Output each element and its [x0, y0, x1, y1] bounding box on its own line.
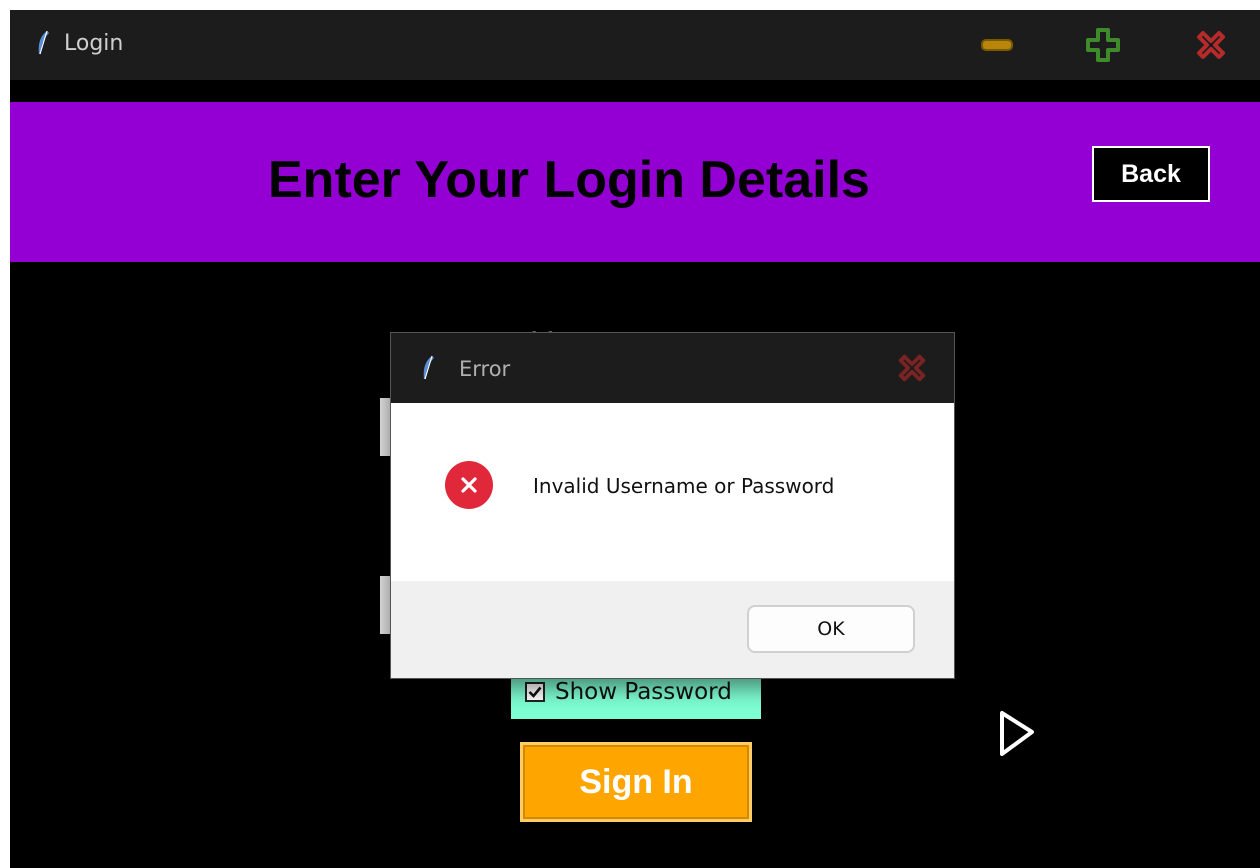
- mouse-cursor-icon: [1000, 711, 1034, 756]
- close-icon: [1197, 31, 1225, 59]
- dialog-body: Invalid Username or Password: [391, 403, 954, 581]
- title-bar[interactable]: Login: [10, 10, 1260, 80]
- ok-button[interactable]: OK: [747, 605, 915, 653]
- minimize-icon: [981, 39, 1013, 51]
- dialog-footer: OK: [391, 581, 954, 678]
- close-icon: [898, 354, 926, 382]
- close-button[interactable]: [1190, 24, 1232, 66]
- dialog-title-bar[interactable]: Error: [391, 333, 954, 403]
- login-window: Login Enter Your Login Details Back User…: [10, 10, 1260, 868]
- dialog-close-button[interactable]: [891, 347, 933, 389]
- page-title: Enter Your Login Details: [268, 151, 870, 209]
- error-icon: [445, 461, 493, 509]
- feather-icon: [423, 355, 434, 380]
- checkbox-box[interactable]: [525, 682, 545, 702]
- feather-icon: [38, 30, 49, 55]
- window-title: Login: [64, 31, 124, 56]
- error-message: Invalid Username or Password: [533, 474, 835, 498]
- plus-icon: [1086, 28, 1120, 62]
- dialog-title: Error: [459, 357, 511, 381]
- sign-in-button[interactable]: Sign In: [520, 742, 752, 822]
- maximize-button[interactable]: [1082, 24, 1124, 66]
- error-dialog: Error Invalid Username or Password OK: [390, 332, 955, 679]
- show-password-label: Show Password: [555, 679, 732, 705]
- checkmark-icon: [528, 686, 542, 698]
- minimize-button[interactable]: [976, 24, 1018, 66]
- back-button[interactable]: Back: [1092, 146, 1210, 202]
- header-banner: Enter Your Login Details Back: [10, 102, 1260, 262]
